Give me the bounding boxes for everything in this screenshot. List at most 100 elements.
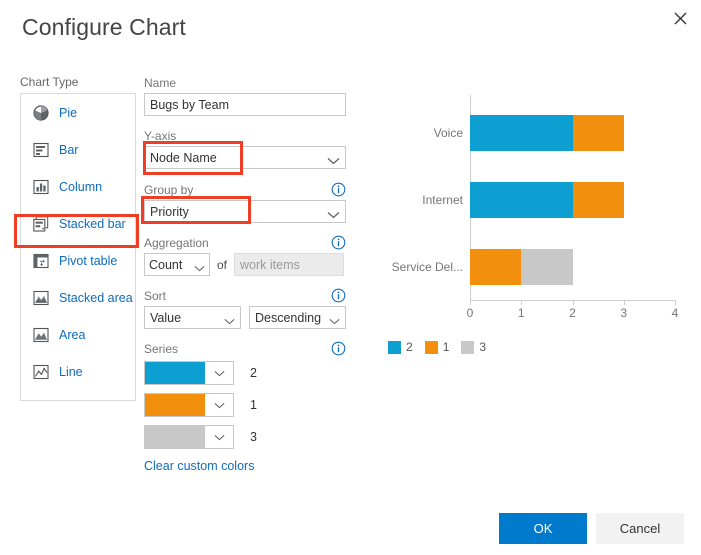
group-by-select[interactable]: Priority: [144, 200, 346, 223]
pie-chart-icon: [33, 105, 49, 121]
series-name: 3: [250, 430, 257, 444]
bar-chart-icon: [33, 142, 49, 158]
column-chart-icon: [33, 179, 49, 195]
legend-label: 2: [406, 340, 413, 354]
stacked-bar-chart-icon: [33, 216, 49, 232]
chart-bar-segment: [521, 249, 572, 285]
chevron-down-icon: [194, 261, 205, 269]
chart-type-item-stacked-bar[interactable]: Stacked bar: [21, 205, 135, 242]
chart-x-tick-label: 4: [672, 306, 679, 320]
series-color-swatch: [145, 394, 205, 416]
aggregation-of-label: of: [217, 258, 227, 272]
chevron-down-icon: [205, 426, 233, 448]
clear-custom-colors-link[interactable]: Clear custom colors: [144, 459, 254, 473]
chart-x-tick: [573, 300, 574, 305]
chart-type-item-line[interactable]: Line: [21, 353, 135, 390]
legend-swatch: [388, 341, 401, 354]
chart-x-tick-label: 3: [620, 306, 627, 320]
area-chart-icon: [33, 327, 49, 343]
series-name: 1: [250, 398, 257, 412]
chart-type-item-bar[interactable]: Bar: [21, 131, 135, 168]
chart-legend: 2 1 3: [388, 340, 498, 354]
sort-field-label: Sort: [144, 289, 166, 303]
chart-bar-segment: [470, 182, 573, 218]
chevron-down-icon: [327, 154, 340, 162]
series-color-picker[interactable]: [144, 361, 234, 385]
info-icon[interactable]: [331, 341, 346, 356]
chart-preview: VoiceInternetService Del... 01234 2 1 3: [380, 95, 685, 365]
chart-type-item-label: Bar: [59, 143, 78, 157]
chart-type-item-label: Stacked area: [59, 291, 133, 305]
chart-category-label: Service Del...: [392, 260, 463, 274]
chart-bar-segment: [573, 115, 624, 151]
info-icon[interactable]: [331, 235, 346, 250]
close-button[interactable]: [663, 2, 697, 34]
close-icon: [674, 12, 687, 25]
chart-bar-row: [470, 115, 624, 151]
sort-direction-value: Descending: [255, 311, 321, 325]
y-axis-value: Node Name: [150, 151, 217, 165]
chart-type-item-label: Line: [59, 365, 83, 379]
chart-type-item-label: Column: [59, 180, 102, 194]
legend-item[interactable]: 2: [388, 340, 413, 354]
legend-swatch: [461, 341, 474, 354]
chart-x-tick: [624, 300, 625, 305]
chart-bar-row: [470, 182, 624, 218]
legend-item[interactable]: 3: [461, 340, 486, 354]
chevron-down-icon: [327, 208, 340, 216]
group-by-value: Priority: [150, 205, 189, 219]
chart-bar-row: [470, 249, 573, 285]
cancel-button[interactable]: Cancel: [596, 513, 684, 544]
chevron-down-icon: [329, 314, 340, 322]
chart-type-item-pie[interactable]: Pie: [21, 94, 135, 131]
chart-type-item-area[interactable]: Area: [21, 316, 135, 353]
chart-category-label: Voice: [434, 126, 463, 140]
group-by-field-label: Group by: [144, 183, 193, 197]
legend-label: 3: [479, 340, 486, 354]
series-row: 1: [144, 393, 346, 417]
aggregation-field-label: Aggregation: [144, 236, 209, 250]
chart-type-item-label: Area: [59, 328, 85, 342]
chart-x-tick-label: 1: [518, 306, 525, 320]
aggregation-select[interactable]: Count: [144, 253, 210, 276]
chart-x-tick-label: 2: [569, 306, 576, 320]
series-color-swatch: [145, 362, 205, 384]
chart-type-list: Pie Bar Column: [20, 93, 136, 401]
series-color-swatch: [145, 426, 205, 448]
sort-direction-select[interactable]: Descending: [249, 306, 346, 329]
series-name: 2: [250, 366, 257, 380]
chart-type-item-stacked-area[interactable]: Stacked area: [21, 279, 135, 316]
aggregation-value: Count: [149, 258, 182, 272]
chevron-down-icon: [205, 362, 233, 384]
series-row: 2: [144, 361, 346, 385]
sort-by-value: Value: [150, 311, 181, 325]
chart-x-tick: [521, 300, 522, 305]
sort-by-select[interactable]: Value: [144, 306, 241, 329]
series-color-picker[interactable]: [144, 393, 234, 417]
ok-button[interactable]: OK: [499, 513, 587, 544]
chart-x-tick: [470, 300, 471, 305]
chart-type-item-label: Pie: [59, 106, 77, 120]
y-axis-select[interactable]: Node Name: [144, 146, 346, 169]
line-chart-icon: [33, 364, 49, 380]
chart-bar-segment: [573, 182, 624, 218]
chart-x-tick-label: 0: [467, 306, 474, 320]
info-icon[interactable]: [331, 182, 346, 197]
chevron-down-icon: [205, 394, 233, 416]
name-input[interactable]: [144, 93, 346, 116]
chart-type-item-label: Stacked bar: [59, 217, 126, 231]
chart-type-item-label: Pivot table: [59, 254, 117, 268]
chevron-down-icon: [224, 314, 235, 322]
chart-bar-segment: [470, 115, 573, 151]
chart-type-label: Chart Type: [20, 75, 78, 89]
series-row: 3: [144, 425, 346, 449]
legend-item[interactable]: 1: [425, 340, 450, 354]
series-color-picker[interactable]: [144, 425, 234, 449]
chart-x-tick: [675, 300, 676, 305]
name-field-label: Name: [144, 76, 346, 90]
chart-bar-segment: [470, 249, 521, 285]
chart-type-item-column[interactable]: Column: [21, 168, 135, 205]
chart-type-item-pivot-table[interactable]: Pivot table: [21, 242, 135, 279]
series-field-label: Series: [144, 342, 178, 356]
info-icon[interactable]: [331, 288, 346, 303]
